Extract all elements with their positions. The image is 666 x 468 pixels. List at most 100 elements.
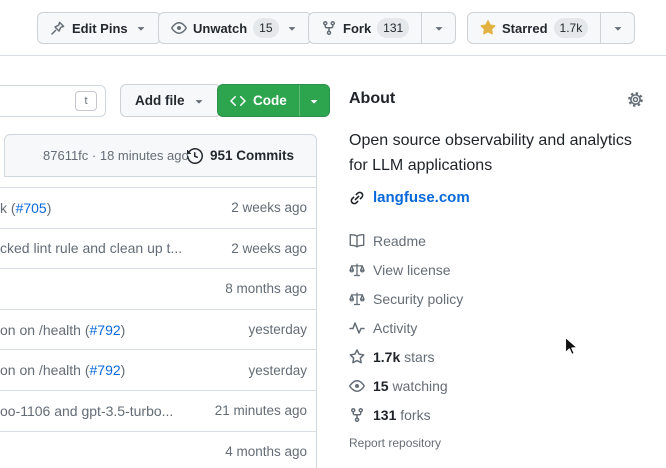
latest-commit-bar: 87611fc · 18 minutes ago 951 Commits xyxy=(4,134,317,177)
fork-button-group: Fork 131 xyxy=(308,12,456,44)
star-button-group: Starred 1.7k xyxy=(467,12,635,44)
issue-link[interactable]: #705 xyxy=(16,200,47,216)
view-license-link[interactable]: View license xyxy=(349,255,463,284)
commit-message: cked lint rule and clean up t... xyxy=(0,240,231,256)
readme-link[interactable]: Readme xyxy=(349,226,463,255)
commit-message: on on /health (#792) xyxy=(0,362,248,378)
commits-history-link[interactable]: 951 Commits xyxy=(187,135,294,176)
file-table-row[interactable]: 8 months ago xyxy=(0,269,317,310)
security-policy-link[interactable]: Security policy xyxy=(349,284,463,313)
forks-count-badge: 131 xyxy=(377,18,409,38)
gear-icon[interactable] xyxy=(627,91,644,108)
commit-date[interactable]: 4 months ago xyxy=(225,444,307,459)
header-divider xyxy=(0,55,666,56)
code-button[interactable]: Code xyxy=(218,85,299,116)
link-label: 131 forks xyxy=(373,407,431,423)
commit-message-text: on on /health ( xyxy=(0,322,90,338)
about-heading: About xyxy=(349,90,395,108)
commit-message-text: ) xyxy=(47,200,52,216)
stars-link[interactable]: 1.7k stars xyxy=(349,342,463,371)
unwatch-button[interactable]: Unwatch 15 xyxy=(158,12,312,44)
law-icon xyxy=(349,262,365,278)
commit-message-text: ) xyxy=(121,362,126,378)
commit-message-text: on on /health ( xyxy=(0,362,90,378)
code-label: Code xyxy=(253,93,287,108)
about-links-list: Readme View license Security policy Acti… xyxy=(349,226,463,429)
activity-link[interactable]: Activity xyxy=(349,313,463,342)
repo-website-link[interactable]: langfuse.com xyxy=(373,189,470,206)
commit-date[interactable]: 21 minutes ago xyxy=(215,403,307,418)
commit-date[interactable]: yesterday xyxy=(248,363,307,378)
file-table: k (#705) 2 weeks ago cked lint rule and … xyxy=(0,187,317,468)
edit-pins-label: Edit Pins xyxy=(72,21,128,36)
commit-date[interactable]: 8 months ago xyxy=(225,281,307,296)
book-icon xyxy=(349,233,365,249)
file-table-row[interactable]: oo-1106 and gpt-3.5-turbo... 21 minutes … xyxy=(0,391,317,432)
keyboard-shortcut-hint: t xyxy=(75,91,97,111)
star-dropdown-button[interactable] xyxy=(600,13,634,43)
file-table-row[interactable]: 4 months ago xyxy=(0,432,317,468)
stars-count-badge: 1.7k xyxy=(554,18,589,38)
commit-message-text: oo-1106 and gpt-3.5-turbo... xyxy=(0,403,173,419)
commit-date[interactable]: 2 weeks ago xyxy=(231,200,307,215)
fork-dropdown-button[interactable] xyxy=(421,13,455,43)
file-table-row[interactable]: on on /health (#792) yesterday xyxy=(0,310,317,351)
commit-message: oo-1106 and gpt-3.5-turbo... xyxy=(0,403,215,419)
repo-website-row: langfuse.com xyxy=(349,189,470,206)
chevron-down-icon xyxy=(285,21,299,35)
eye-icon xyxy=(171,20,187,36)
file-table-row[interactable]: cked lint rule and clean up t... 2 weeks… xyxy=(0,229,317,270)
commit-date[interactable]: 2 weeks ago xyxy=(231,241,307,256)
code-icon xyxy=(230,93,246,109)
pulse-icon xyxy=(349,320,365,336)
link-label: 15 watching xyxy=(373,378,448,394)
commit-date[interactable]: yesterday xyxy=(248,322,307,337)
file-table-row[interactable]: on on /health (#792) yesterday xyxy=(0,350,317,391)
watchers-count-badge: 15 xyxy=(253,18,278,38)
commits-count-label: 951 Commits xyxy=(210,148,294,163)
star-icon xyxy=(349,349,365,365)
chevron-down-icon xyxy=(134,21,148,35)
chevron-down-icon xyxy=(611,21,625,35)
fork-icon xyxy=(321,20,337,36)
law-icon xyxy=(349,291,365,307)
mouse-cursor xyxy=(564,336,580,358)
forks-link[interactable]: 131 forks xyxy=(349,400,463,429)
issue-link[interactable]: #792 xyxy=(90,362,121,378)
chevron-down-icon xyxy=(192,94,206,108)
repo-description: Open source observability and analytics … xyxy=(349,128,647,178)
star-filled-icon xyxy=(480,20,496,36)
add-file-button[interactable]: Add file xyxy=(120,84,221,117)
commit-message-text: k ( xyxy=(0,200,16,216)
code-button-group: Code xyxy=(217,84,330,117)
link-icon xyxy=(349,190,365,206)
unwatch-label: Unwatch xyxy=(193,21,247,36)
report-repository-link[interactable]: Report repository xyxy=(349,436,441,450)
fork-icon xyxy=(349,407,365,423)
history-icon xyxy=(187,148,203,164)
pin-icon xyxy=(50,20,66,36)
go-to-file-input[interactable]: t xyxy=(0,85,106,117)
commit-hash-and-time[interactable]: 87611fc · 18 minutes ago xyxy=(43,135,189,176)
github-repo-page: Edit Pins Unwatch 15 Fork 131 xyxy=(0,0,666,468)
link-label: Readme xyxy=(373,233,426,249)
commit-message-text: cked lint rule and clean up t... xyxy=(0,240,182,256)
issue-link[interactable]: #792 xyxy=(90,322,121,338)
commit-message: on on /health (#792) xyxy=(0,322,248,338)
link-label: Security policy xyxy=(373,291,463,307)
link-label: 1.7k stars xyxy=(373,349,434,365)
watching-link[interactable]: 15 watching xyxy=(349,371,463,400)
fork-label: Fork xyxy=(343,21,371,36)
add-file-label: Add file xyxy=(135,93,185,108)
starred-label: Starred xyxy=(502,21,548,36)
fork-button[interactable]: Fork 131 xyxy=(309,13,421,43)
eye-icon xyxy=(349,378,365,394)
chevron-down-icon xyxy=(307,94,321,108)
link-label: Activity xyxy=(373,320,417,336)
link-label: View license xyxy=(373,262,451,278)
file-table-row[interactable]: k (#705) 2 weeks ago xyxy=(0,188,317,229)
commit-message: k (#705) xyxy=(0,200,231,216)
code-dropdown-button[interactable] xyxy=(299,85,329,116)
starred-button[interactable]: Starred 1.7k xyxy=(468,13,600,43)
edit-pins-button[interactable]: Edit Pins xyxy=(37,12,161,44)
